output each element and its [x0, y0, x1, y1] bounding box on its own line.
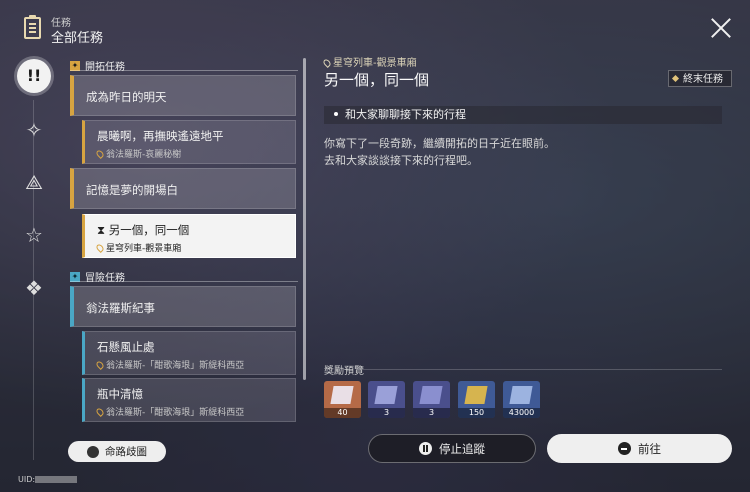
nav-all-quests-icon[interactable]: !!: [17, 59, 51, 93]
arrow-right-icon: [618, 442, 631, 455]
quest-location: 翁法羅斯-哀麗秘榭: [106, 150, 182, 160]
credit-icon: [509, 386, 533, 404]
uid-label: UID:: [18, 475, 78, 484]
compass-icon: [87, 445, 99, 458]
go-button[interactable]: 前往: [547, 434, 732, 463]
divider: [70, 70, 298, 71]
detail-title: 另一個，同一個: [324, 71, 430, 89]
reward-label: 獎勵預覽: [324, 366, 364, 377]
material-icon: [374, 386, 398, 404]
objective-text: 和大家聊聊接下來的行程: [345, 108, 466, 121]
reward-item[interactable]: 150: [458, 381, 495, 418]
quest-title: 成為昨日的明天: [86, 90, 167, 104]
reward-item[interactable]: 40: [324, 381, 361, 418]
close-icon[interactable]: [710, 17, 732, 39]
location-pin-icon: [95, 407, 105, 417]
location-pin-icon: [95, 243, 105, 253]
quest-log-icon: [24, 15, 41, 39]
reward-item[interactable]: 43000: [503, 381, 540, 418]
location-pin-icon: [95, 149, 105, 159]
description-line: 去和大家談談接下來的行程吧。: [324, 154, 478, 167]
pause-icon: [419, 442, 432, 455]
trailblaze-section-icon: ✦: [70, 60, 80, 71]
reward-count: 43000: [503, 408, 540, 418]
location-pin-icon: [322, 58, 332, 68]
uid-redacted: [35, 476, 78, 483]
location-pin-icon: [95, 360, 105, 370]
route-map-label: 命路歧圖: [105, 446, 147, 458]
quest-title: 晨曦啊，再撫映遙遠地平: [97, 129, 224, 143]
quest-title: 瓶中清憶: [97, 387, 143, 401]
quest-card[interactable]: 晨曦啊，再撫映遙遠地平 翁法羅斯-哀麗秘榭: [82, 120, 296, 164]
scrollbar[interactable]: [303, 58, 306, 380]
hourglass-icon: ⧗: [97, 223, 109, 237]
quest-list[interactable]: ✦ 開拓任務 成為昨日的明天 晨曦啊，再撫映遙遠地平 翁法羅斯-哀麗秘榭 記憶是…: [68, 56, 298, 428]
divider: [70, 281, 298, 282]
detail-location-text: 星穹列車-觀景車廂: [333, 58, 417, 69]
quest-location: 星穹列車-觀景車廂: [106, 244, 182, 254]
quest-card[interactable]: 翁法羅斯紀事: [70, 286, 296, 327]
reward-item[interactable]: 3: [368, 381, 405, 418]
quest-card[interactable]: 石懸風止處 翁法羅斯-「酣歌海垠」斯緹科西亞: [82, 331, 296, 375]
material-icon: [419, 386, 443, 404]
description-line: 你寫下了一段奇跡，繼續開拓的日子近在眼前。: [324, 137, 555, 150]
quest-location: 翁法羅斯-「酣歌海垠」斯緹科西亞: [106, 361, 245, 371]
quest-title: 翁法羅斯紀事: [86, 301, 155, 315]
quest-objective: 和大家聊聊接下來的行程: [324, 106, 722, 124]
page-title: 全部任務: [51, 31, 104, 46]
divider: [360, 369, 722, 370]
go-label: 前往: [638, 441, 661, 456]
nav-trailblaze-icon[interactable]: ✧: [20, 116, 48, 144]
stop-tracking-label: 停止追蹤: [439, 441, 485, 456]
reward-count: 3: [413, 408, 450, 418]
bullet-icon: [334, 112, 338, 116]
quest-card[interactable]: 瓶中清憶 翁法羅斯-「酣歌海垠」斯緹科西亞: [82, 378, 296, 422]
uid-prefix: UID:: [18, 475, 36, 484]
reward-item[interactable]: 3: [413, 381, 450, 418]
nav-adventure-icon[interactable]: ❖: [20, 274, 48, 302]
nav-companion-icon[interactable]: ⟁: [20, 168, 48, 196]
reward-count: 150: [458, 408, 495, 418]
reward-count: 40: [324, 408, 361, 418]
ticket-icon: [464, 386, 488, 404]
quest-location: 翁法羅斯-「酣歌海垠」斯緹科西亞: [106, 408, 245, 418]
quest-card[interactable]: 成為昨日的明天: [70, 75, 296, 116]
quest-card[interactable]: 記憶是夢的開場白: [70, 168, 296, 209]
reward-count: 3: [368, 408, 405, 418]
nav-daily-icon[interactable]: ☆: [20, 221, 48, 249]
quest-card-selected[interactable]: ⧗ 另一個，同一個 星穹列車-觀景車廂: [82, 214, 296, 258]
quest-description: 你寫下了一段奇跡，繼續開拓的日子近在眼前。 去和大家談談接下來的行程吧。: [324, 135, 555, 169]
crystal-icon: [330, 386, 354, 404]
quest-type-badge: 終末任務: [668, 70, 732, 87]
route-map-button[interactable]: 命路歧圖: [68, 441, 166, 462]
quest-title: 石懸風止處: [97, 340, 155, 354]
quest-title: 記憶是夢的開場白: [86, 183, 178, 197]
adventure-section-icon: ✦: [70, 271, 80, 282]
stop-tracking-button[interactable]: 停止追蹤: [368, 434, 536, 463]
quest-title: 另一個，同一個: [108, 223, 190, 237]
detail-location: 星穹列車-觀景車廂: [322, 54, 417, 69]
